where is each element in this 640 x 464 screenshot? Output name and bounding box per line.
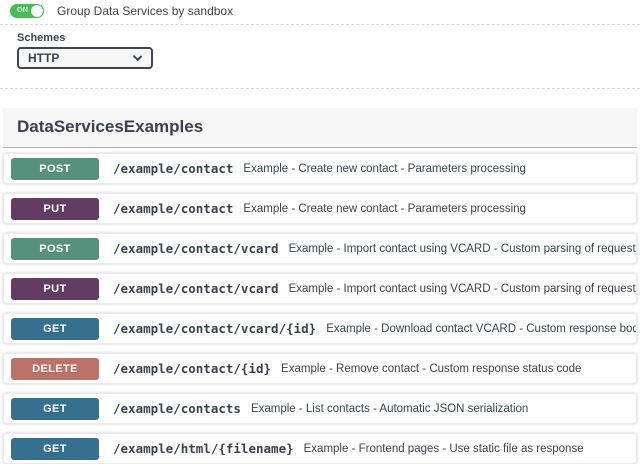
operation-path: /example/contact/vcard bbox=[113, 281, 279, 296]
operation-row[interactable]: POST /example/contact/vcard Example - Im… bbox=[3, 233, 637, 264]
method-badge: DELETE bbox=[11, 358, 99, 380]
schemes-select[interactable]: HTTP bbox=[17, 47, 153, 69]
tag-section: DataServicesExamples bbox=[3, 108, 637, 148]
operation-row[interactable]: PUT /example/contact/vcard Example - Imp… bbox=[3, 273, 637, 304]
group-toggle[interactable]: ON bbox=[10, 4, 44, 18]
operation-row[interactable]: DELETE /example/contact/{id} Example - R… bbox=[3, 353, 637, 384]
operation-path: /example/contact/vcard/{id} bbox=[113, 321, 316, 336]
toggle-on-label: ON bbox=[17, 7, 28, 15]
method-badge: GET bbox=[11, 438, 99, 460]
operations-list: POST /example/contact Example - Create n… bbox=[3, 153, 637, 464]
operation-description: Example - List contacts - Automatic JSON… bbox=[251, 403, 528, 415]
method-badge: POST bbox=[11, 158, 99, 180]
schemes-label: Schemes bbox=[17, 32, 640, 44]
method-badge: PUT bbox=[11, 278, 99, 300]
operation-row[interactable]: GET /example/html/{filename} Example - F… bbox=[3, 433, 637, 464]
operation-path: /example/contact/{id} bbox=[113, 361, 271, 376]
operation-description: Example - Frontend pages - Use static fi… bbox=[304, 443, 584, 455]
operation-description: Example - Remove contact - Custom respon… bbox=[281, 363, 581, 375]
schemes-selected-value: HTTP bbox=[19, 51, 59, 65]
operation-description: Example - Create new contact - Parameter… bbox=[243, 163, 526, 175]
operation-row[interactable]: GET /example/contacts Example - List con… bbox=[3, 393, 637, 424]
operation-path: /example/contacts bbox=[113, 401, 241, 416]
toggle-knob-icon bbox=[31, 5, 43, 17]
operation-description: Example - Create new contact - Parameter… bbox=[243, 203, 526, 215]
scheme-section: Schemes HTTP bbox=[0, 25, 640, 89]
operation-row[interactable]: POST /example/contact Example - Create n… bbox=[3, 153, 637, 184]
method-badge: GET bbox=[11, 398, 99, 420]
operation-path: /example/contact bbox=[113, 201, 233, 216]
operation-description: Example - Download contact VCARD - Custo… bbox=[326, 323, 636, 335]
operation-path: /example/html/{filename} bbox=[113, 441, 294, 456]
operation-row[interactable]: GET /example/contact/vcard/{id} Example … bbox=[3, 313, 637, 344]
method-badge: GET bbox=[11, 318, 99, 340]
operation-description: Example - Import contact using VCARD - C… bbox=[289, 243, 636, 255]
operation-description: Example - Import contact using VCARD - C… bbox=[289, 283, 636, 295]
method-badge: POST bbox=[11, 238, 99, 260]
tag-header[interactable]: DataServicesExamples bbox=[3, 108, 637, 148]
operation-path: /example/contact/vcard bbox=[113, 241, 279, 256]
tag-title: DataServicesExamples bbox=[17, 117, 203, 136]
method-badge: PUT bbox=[11, 198, 99, 220]
chevron-down-icon bbox=[133, 52, 142, 61]
operation-row[interactable]: PUT /example/contact Example - Create ne… bbox=[3, 193, 637, 224]
group-toggle-label: Group Data Services by sandbox bbox=[57, 4, 233, 18]
group-toggle-bar: ON Group Data Services by sandbox bbox=[0, 0, 640, 25]
operation-path: /example/contact bbox=[113, 161, 233, 176]
